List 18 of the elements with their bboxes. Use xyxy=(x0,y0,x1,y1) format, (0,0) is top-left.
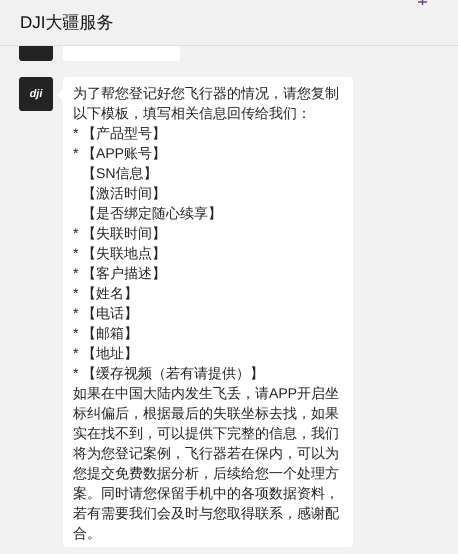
message-text: 为了帮您登记好您飞行器的情况，请您复制以下模板，填写相关信息回传给我们： xyxy=(73,84,340,123)
template-field: * 【姓名】 xyxy=(73,283,343,303)
template-field: 【是否绑定随心续享】 xyxy=(73,203,343,223)
template-field: * 【产品型号】 xyxy=(73,123,343,143)
template-field: * 【缓存视频（若有请提供）】 xyxy=(73,363,343,383)
message-text: 如果在中国大陆内发生飞丢，请APP开启坐标纠偏后，根据最后的失联坐标去找，如果实在找不到，可以提供下完整的信息，我们将为您登记案例，飞行器若在保内，可以为您提交免费数据分析，后续给您一个处理方案。同时请您保留手机中的各项数据资料，若有需要我们会及时与您取得联系，感谢配合。 xyxy=(73,384,340,543)
template-field: 【激活时间】 xyxy=(73,183,343,203)
logo: dji xyxy=(30,88,42,100)
template-field: * 【邮箱】 xyxy=(73,323,343,343)
template-field: * 【APP账号】 xyxy=(73,143,343,163)
template-field: * 【电话】 xyxy=(73,303,343,323)
template-field: * 【客户描述】 xyxy=(73,263,343,283)
template-field: * 【失联地点】 xyxy=(73,243,343,263)
template-field: * 【失联时间】 xyxy=(73,223,343,243)
chat-title: DJI大疆服务 xyxy=(20,14,114,31)
template-field: 【SN信息】 xyxy=(73,163,343,183)
template-field: * 【地址】 xyxy=(73,343,343,363)
plus-icon[interactable] xyxy=(418,0,427,5)
